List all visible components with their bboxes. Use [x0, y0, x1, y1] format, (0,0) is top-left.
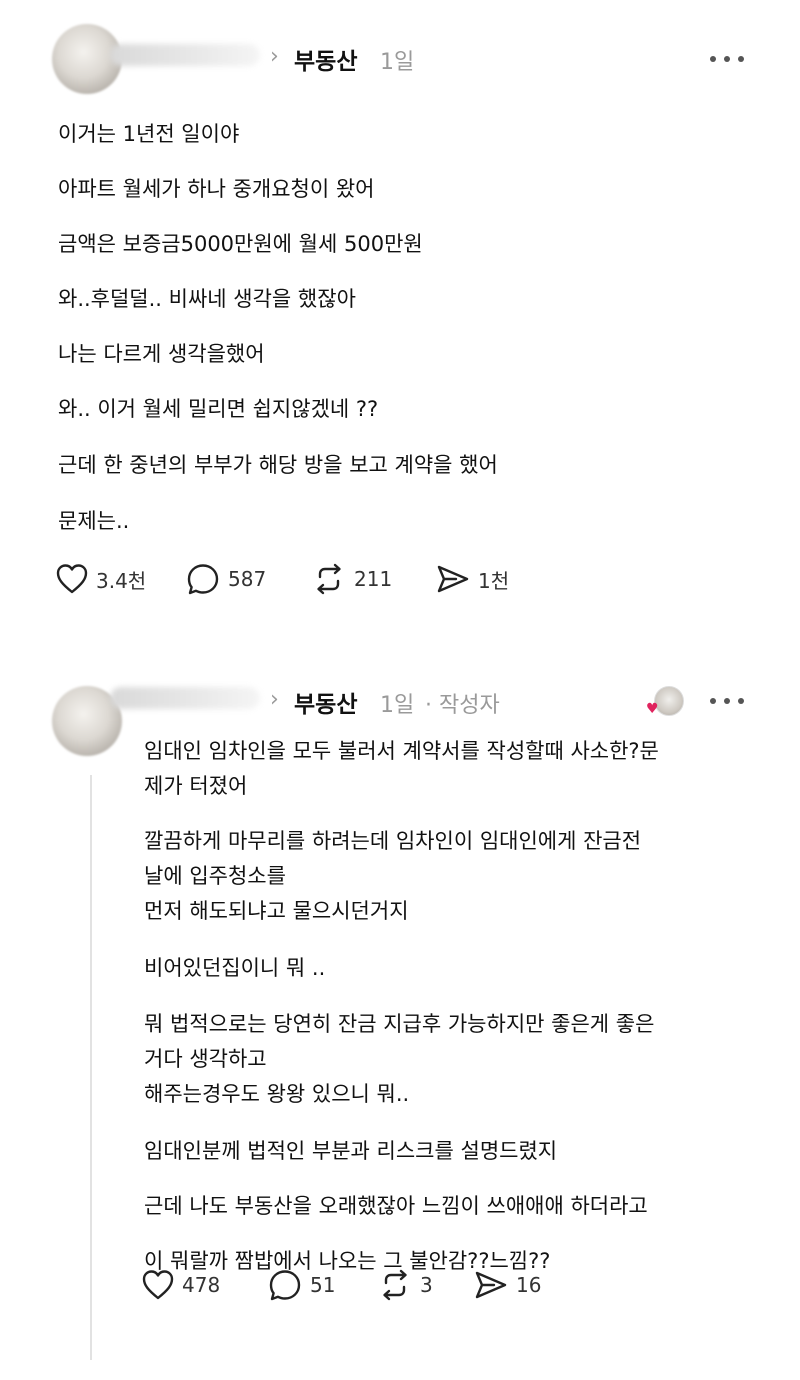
category-link[interactable]: 부동산	[294, 42, 357, 76]
heart-icon	[56, 564, 88, 594]
post-line: 뭐 법적으로는 당연히 잔금 지급후 가능하지만 좋은게 좋은	[144, 1012, 655, 1036]
post-line: 거다 생각하고	[144, 1047, 267, 1071]
post-line: 문제는..	[58, 509, 130, 533]
repost-icon	[317, 563, 341, 595]
post-line: 근데 나도 부동산을 오래했잖아 느낌이 쓰애애애 하더라고	[144, 1194, 648, 1218]
author-tag: · 작성자	[425, 693, 500, 718]
like-count: 478	[182, 1273, 221, 1297]
like-button[interactable]: 478	[142, 1268, 220, 1302]
heart-icon	[142, 1270, 174, 1300]
post-line: 날에 입주청소를	[144, 864, 286, 888]
post-line: 비어있던집이니 뭐 ..	[144, 956, 326, 980]
post-line: 나는 다르게 생각을했어	[58, 342, 265, 366]
post-line: 임대인 임차인을 모두 불러서 계약서를 작성할때 사소한?문	[144, 739, 659, 763]
post-line: 해주는경우도 왕왕 있으니 뭐..	[144, 1082, 410, 1106]
repost-button[interactable]: 3	[378, 1268, 433, 1302]
post-line: 와.. 이거 월세 밀리면 쉽지않겠네 ??	[58, 397, 379, 421]
post-line: 제가 터졌어	[144, 774, 248, 798]
send-icon	[437, 565, 469, 593]
username-blurred[interactable]	[110, 44, 260, 66]
comment-count: 51	[310, 1273, 336, 1297]
like-count: 3.4천	[96, 568, 147, 593]
post-time: 1일	[380, 693, 415, 718]
repost-count: 211	[354, 567, 393, 591]
comment-count: 587	[228, 567, 267, 591]
chevron-right-icon: ›	[270, 44, 279, 69]
more-dots-icon[interactable]	[710, 694, 744, 708]
post-line: 금액은 보증금5000만원에 월세 500만원	[58, 232, 423, 256]
action-bar-2: 478 51 3 16	[142, 1268, 562, 1302]
heart-badge-icon: ♥	[646, 701, 659, 717]
post-line: 이거는 1년전 일이야	[58, 122, 240, 146]
share-button[interactable]: 16	[474, 1268, 541, 1302]
chevron-right-icon: ›	[270, 687, 279, 712]
share-button[interactable]: 1천	[436, 562, 509, 596]
share-count: 16	[516, 1273, 542, 1297]
post-line: 와..후덜덜.. 비싸네 생각을 했잖아	[58, 287, 356, 311]
like-button[interactable]: 3.4천	[56, 562, 146, 596]
post-line: 먼저 해도되냐고 물으시던거지	[144, 899, 409, 923]
repost-icon	[383, 1269, 407, 1301]
post-line: 임대인분께 법적인 부분과 리스크를 설명드렸지	[144, 1139, 558, 1163]
post-line: 근데 한 중년의 부부가 해당 방을 보고 계약을 했어	[58, 453, 498, 477]
speech-bubble-icon	[269, 1270, 301, 1301]
thread-line	[90, 775, 92, 1360]
send-icon	[475, 1271, 507, 1299]
more-dots-icon[interactable]	[710, 52, 744, 66]
post-line: 깔끔하게 마무리를 하려는데 임차인이 임대인에게 잔금전	[144, 829, 642, 853]
post-time: 1일	[380, 50, 415, 75]
repost-count: 3	[420, 1273, 433, 1297]
share-count: 1천	[478, 568, 510, 593]
repost-button[interactable]: 211	[312, 562, 392, 596]
username-blurred[interactable]	[110, 687, 260, 709]
comment-button[interactable]: 51	[268, 1268, 335, 1302]
post-line: 아파트 월세가 하나 중개요청이 왔어	[58, 177, 375, 201]
post-1: › 부동산 1일 이거는 1년전 일이야 아파트 월세가 하나 중개요청이 왔어…	[0, 0, 800, 630]
category-link[interactable]: 부동산	[294, 685, 357, 719]
comment-button[interactable]: 587	[186, 562, 266, 596]
speech-bubble-icon	[187, 564, 219, 595]
action-bar: 3.4천 587 211 1천	[56, 562, 556, 596]
